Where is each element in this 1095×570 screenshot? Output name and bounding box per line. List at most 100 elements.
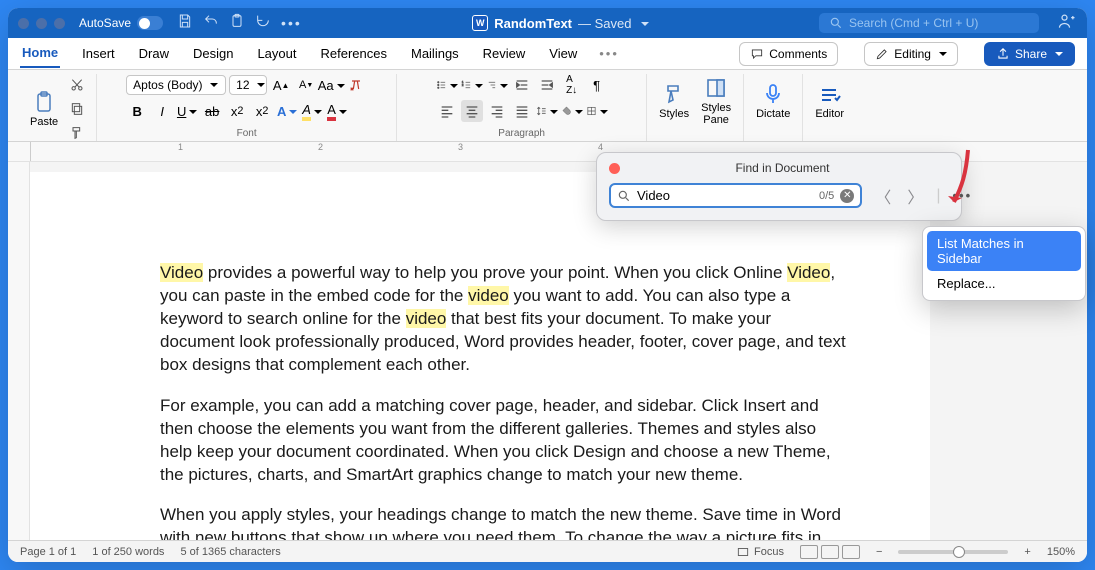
status-bar: Page 1 of 1 1 of 250 words 5 of 1365 cha… (8, 540, 1087, 562)
vertical-ruler[interactable] (8, 162, 30, 540)
paste-button[interactable]: Paste (26, 88, 62, 130)
change-case-icon[interactable]: Aa (320, 74, 342, 96)
shrink-font-icon[interactable]: A▼ (295, 74, 317, 96)
find-options-menu: List Matches in Sidebar Replace... (922, 226, 1086, 301)
tab-design[interactable]: Design (191, 40, 235, 67)
align-center-icon[interactable] (461, 100, 483, 122)
paragraph-1[interactable]: Video provides a powerful way to help yo… (160, 262, 850, 377)
clear-format-icon[interactable] (345, 74, 367, 96)
toggle-icon[interactable] (137, 16, 163, 30)
save-icon[interactable] (177, 13, 193, 34)
group-voice: Dictate (744, 74, 803, 141)
clear-icon[interactable]: ✕ (840, 189, 854, 203)
paragraph-3[interactable]: When you apply styles, your headings cha… (160, 504, 850, 540)
collaboration-icon[interactable] (1057, 11, 1077, 36)
superscript-icon[interactable]: x2 (251, 100, 273, 122)
bullets-icon[interactable] (436, 74, 458, 96)
document-page[interactable]: Video provides a powerful way to help yo… (30, 172, 930, 540)
cut-icon[interactable] (66, 74, 88, 96)
quick-access-toolbar: ••• (177, 13, 302, 34)
highlight-icon[interactable]: A (301, 100, 323, 122)
bold-icon[interactable]: B (126, 100, 148, 122)
borders-icon[interactable] (586, 100, 608, 122)
comments-button[interactable]: Comments (739, 42, 838, 66)
text-effects-icon[interactable]: A (276, 100, 298, 122)
group-font: Aptos (Body) 12 A▲ A▼ Aa B I U ab x2 x2 … (97, 74, 397, 141)
document-title[interactable]: W RandomText — Saved (310, 15, 811, 31)
dictate-button[interactable]: Dictate (752, 80, 794, 122)
tab-references[interactable]: References (319, 40, 389, 67)
strike-icon[interactable]: ab (201, 100, 223, 122)
tabs-overflow-icon[interactable]: ••• (599, 46, 619, 61)
pilcrow-icon[interactable]: ¶ (586, 74, 608, 96)
chevron-down-icon (936, 47, 947, 61)
tab-mailings[interactable]: Mailings (409, 40, 461, 67)
shading-icon[interactable] (561, 100, 583, 122)
redo-paste-icon[interactable] (229, 13, 245, 34)
editor-button[interactable]: Editor (811, 80, 848, 122)
tab-layout[interactable]: Layout (255, 40, 298, 67)
find-count: 0/5 (819, 190, 834, 202)
zoom-out-icon[interactable]: − (876, 546, 882, 558)
numbering-icon[interactable]: 12 (461, 74, 483, 96)
status-chars[interactable]: 5 of 1365 characters (180, 546, 280, 558)
grow-font-icon[interactable]: A▲ (270, 74, 292, 96)
find-options-icon[interactable]: ••• (950, 188, 974, 203)
share-button[interactable]: Share (984, 42, 1075, 66)
ribbon: Paste Clipboard Aptos (Body) 12 A▲ A▼ Aa (8, 70, 1087, 142)
align-left-icon[interactable] (436, 100, 458, 122)
close-icon[interactable] (609, 163, 620, 174)
paragraph-2[interactable]: For example, you can add a matching cove… (160, 395, 850, 487)
title-bar: AutoSave ••• W RandomText — Saved Search… (8, 8, 1087, 38)
search-field[interactable]: Search (Cmd + Ctrl + U) (819, 13, 1039, 33)
chevron-down-icon (1052, 47, 1063, 61)
font-name-combo[interactable]: Aptos (Body) (126, 75, 226, 95)
group-clipboard: Paste Clipboard (18, 74, 97, 141)
copy-icon[interactable] (66, 98, 88, 120)
status-page[interactable]: Page 1 of 1 (20, 546, 76, 558)
repeat-icon[interactable] (255, 13, 271, 34)
view-buttons[interactable] (800, 545, 860, 559)
indent-left-icon[interactable] (511, 74, 533, 96)
subscript-icon[interactable]: x2 (226, 100, 248, 122)
underline-icon[interactable]: U (176, 100, 198, 122)
next-match-icon[interactable]: 〉 (904, 184, 926, 208)
menu-list-matches[interactable]: List Matches in Sidebar (927, 231, 1081, 271)
word-icon: W (472, 15, 488, 31)
window-controls[interactable] (18, 18, 65, 29)
undo-icon[interactable] (203, 13, 219, 34)
align-right-icon[interactable] (486, 100, 508, 122)
indent-right-icon[interactable] (536, 74, 558, 96)
zoom-in-icon[interactable]: + (1024, 546, 1030, 558)
justify-icon[interactable] (511, 100, 533, 122)
tab-draw[interactable]: Draw (137, 40, 171, 67)
find-input[interactable] (637, 188, 813, 203)
menu-replace[interactable]: Replace... (927, 271, 1081, 296)
chevron-down-icon (638, 16, 649, 31)
group-editor: Editor (803, 74, 856, 141)
italic-icon[interactable]: I (151, 100, 173, 122)
format-painter-icon[interactable] (66, 122, 88, 144)
styles-button[interactable]: Styles (655, 80, 693, 122)
status-words[interactable]: 1 of 250 words (92, 546, 164, 558)
line-spacing-icon[interactable] (536, 100, 558, 122)
prev-match-icon[interactable]: 〈 (872, 184, 894, 208)
autosave-toggle[interactable]: AutoSave (79, 16, 163, 30)
editing-mode-button[interactable]: Editing (864, 42, 958, 66)
sort-icon[interactable]: AZ↓ (561, 74, 583, 96)
zoom-slider[interactable] (898, 550, 1008, 554)
multilevel-icon[interactable] (486, 74, 508, 96)
find-title: Find in Document (628, 161, 937, 175)
font-color-icon[interactable]: A (326, 100, 348, 122)
font-size-combo[interactable]: 12 (229, 75, 267, 95)
styles-pane-button[interactable]: Styles Pane (697, 74, 735, 128)
tab-home[interactable]: Home (20, 39, 60, 68)
search-icon (617, 189, 631, 203)
tab-review[interactable]: Review (481, 40, 528, 67)
zoom-level[interactable]: 150% (1047, 546, 1075, 558)
tab-view[interactable]: View (547, 40, 579, 67)
focus-mode[interactable]: Focus (736, 545, 784, 559)
tab-insert[interactable]: Insert (80, 40, 117, 67)
overflow-icon[interactable]: ••• (281, 15, 302, 31)
group-paragraph: 12 AZ↓ ¶ Paragraph (397, 74, 647, 141)
